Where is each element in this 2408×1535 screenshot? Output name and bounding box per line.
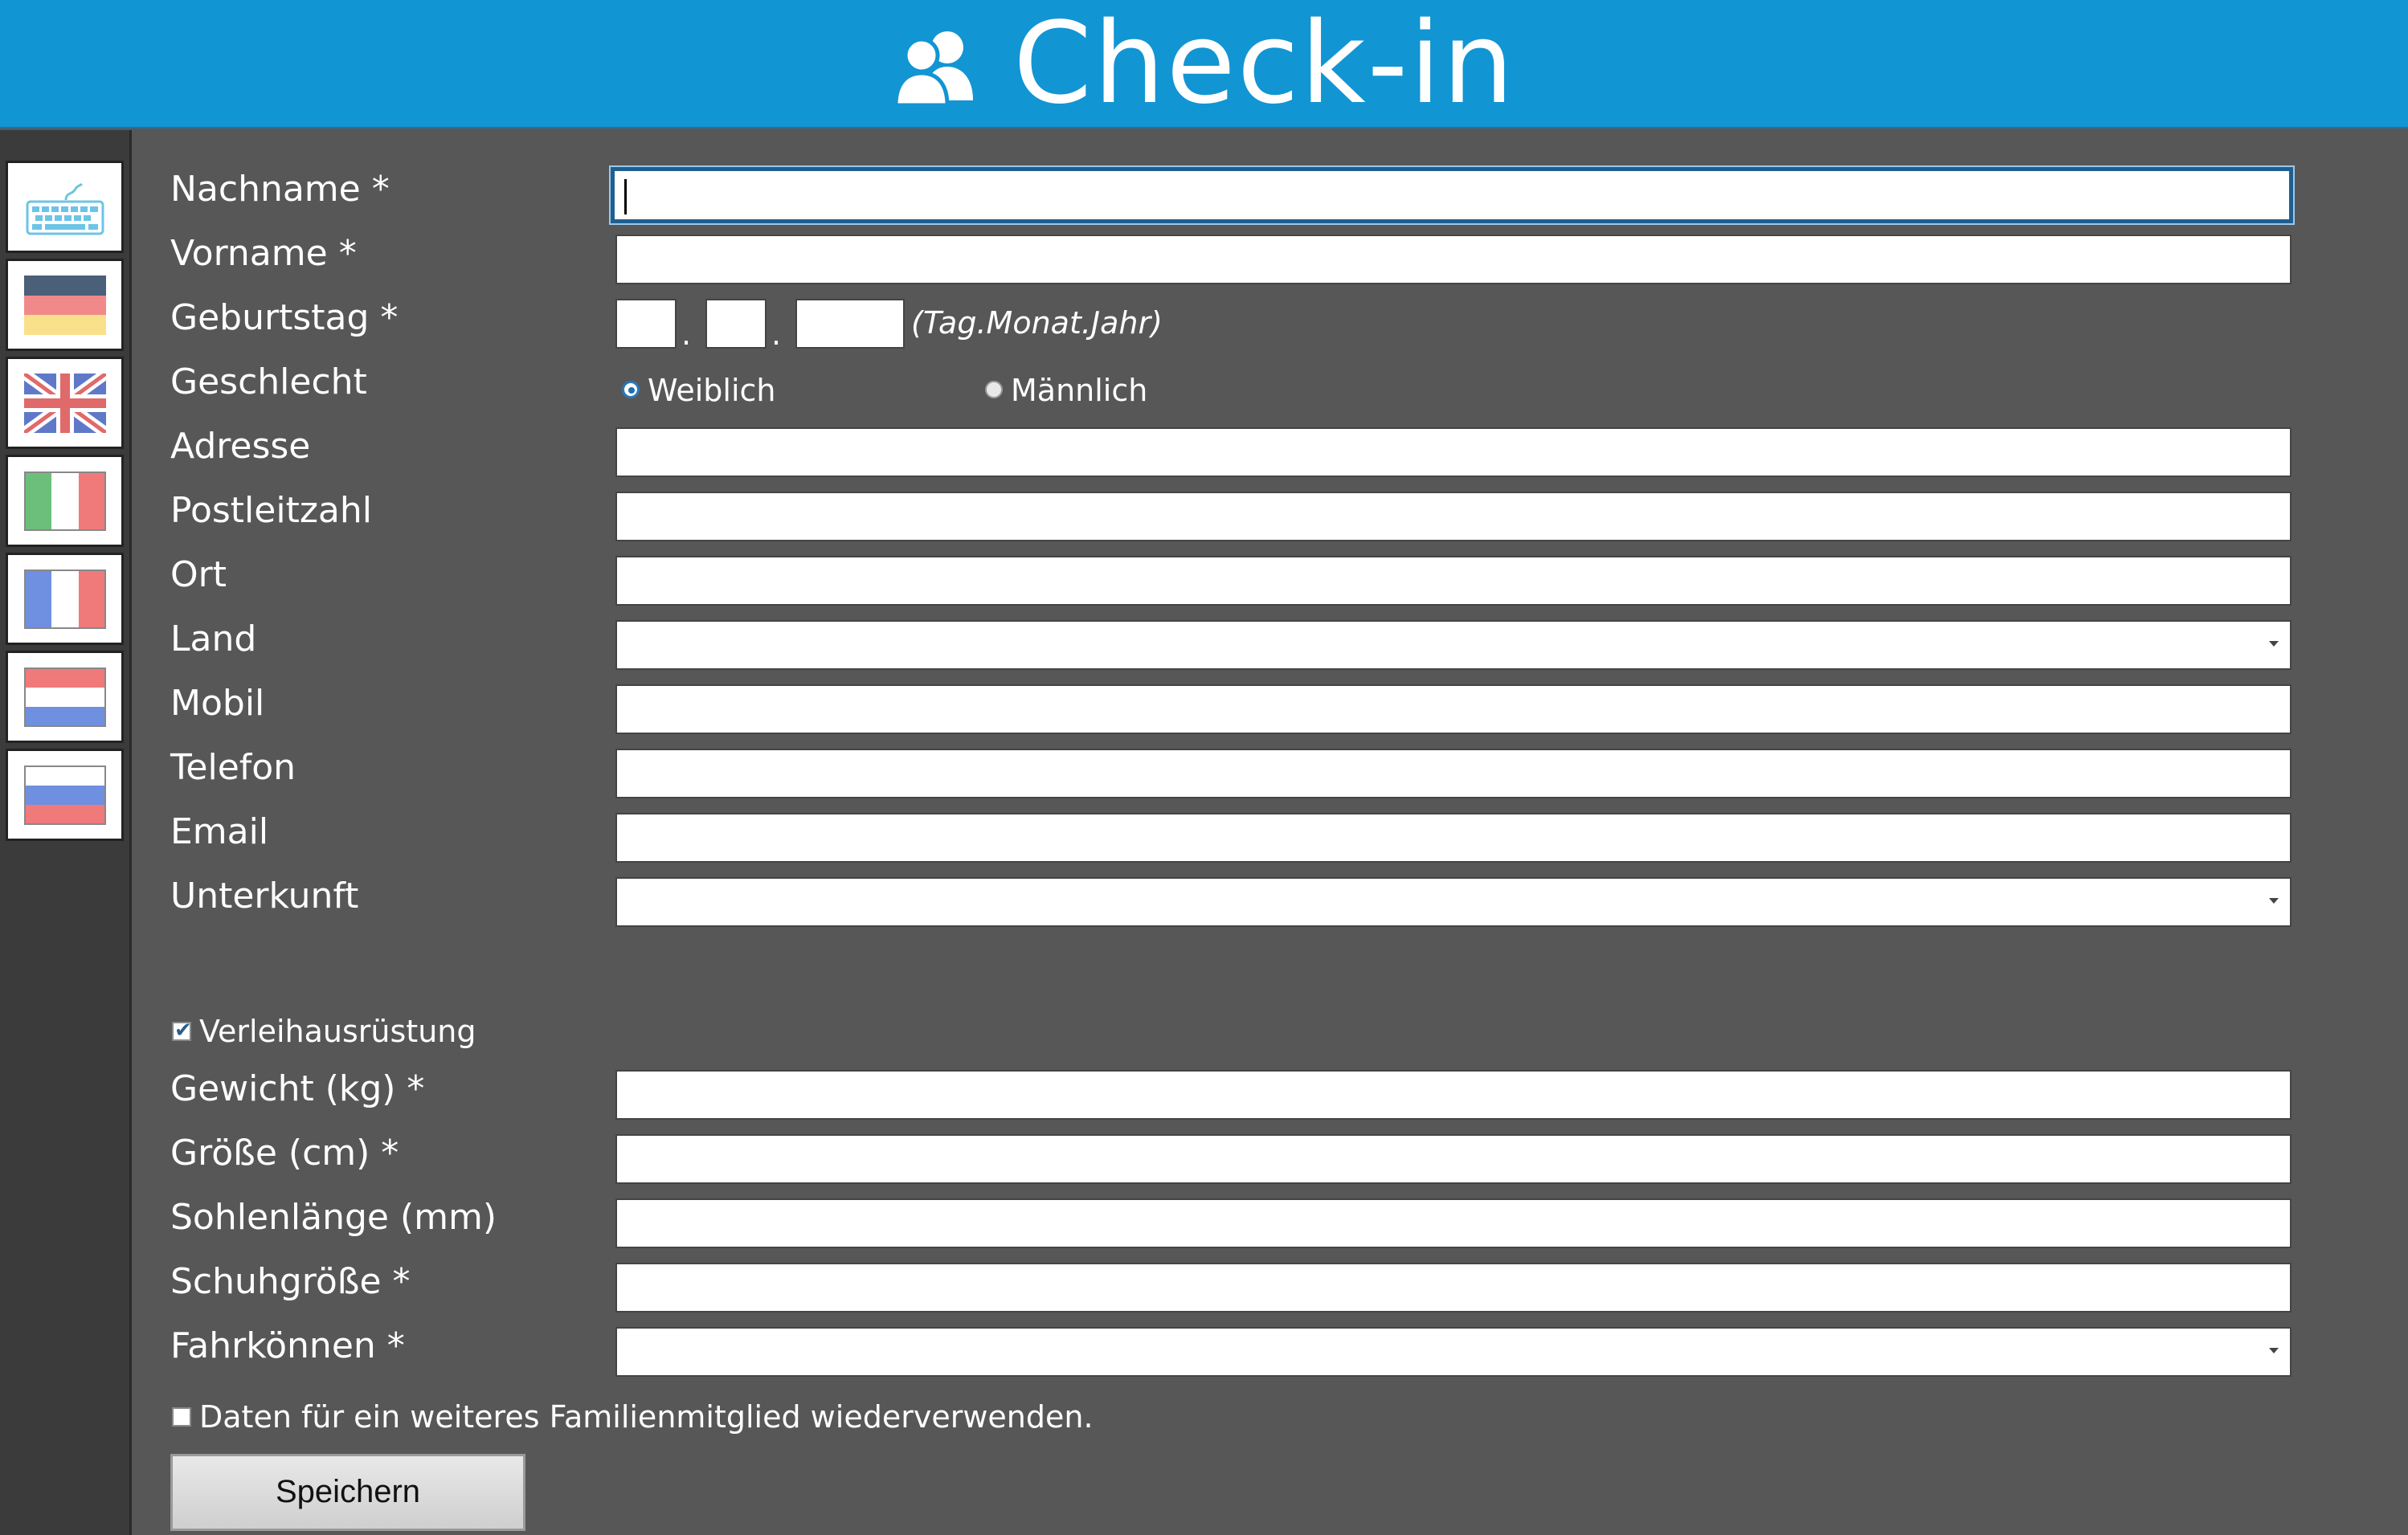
radio-weiblich-label[interactable]: Weiblich (648, 366, 776, 414)
verleih-label[interactable]: Verleihausrüstung (199, 1007, 476, 1055)
mobil-label: Mobil (170, 683, 265, 724)
adresse-input[interactable] (615, 427, 2291, 477)
postleitzahl-label: Postleitzahl (170, 490, 373, 531)
groesse-input[interactable] (615, 1134, 2291, 1184)
vorname-label: Vorname * (170, 233, 357, 274)
land-select[interactable] (615, 620, 2291, 670)
vorname-input[interactable] (615, 235, 2291, 284)
ort-label: Ort (170, 554, 227, 595)
birth-year-input[interactable] (795, 299, 905, 349)
gewicht-label: Gewicht (kg) * (170, 1068, 425, 1109)
header-bar: Check-in (0, 0, 2408, 129)
language-russian-button[interactable] (6, 749, 124, 841)
language-german-button[interactable] (6, 259, 124, 351)
flag-germany-icon (23, 275, 106, 335)
birth-day-input[interactable] (615, 299, 677, 349)
language-english-button[interactable] (6, 357, 124, 449)
schuhgroesse-label: Schuhgröße * (170, 1261, 411, 1302)
telefon-label: Telefon (170, 747, 296, 788)
radio-weiblich[interactable] (622, 381, 640, 398)
familie-label[interactable]: Daten für ein weiteres Familienmitglied … (199, 1393, 1094, 1441)
unterkunft-select[interactable] (615, 877, 2291, 927)
familie-checkbox[interactable] (172, 1407, 191, 1427)
users-icon (893, 31, 974, 107)
birth-month-input[interactable] (705, 299, 767, 349)
language-french-button[interactable] (6, 553, 124, 645)
date-format-hint: (Tag.Monat.Jahr) (911, 305, 1163, 341)
adresse-label: Adresse (170, 426, 311, 467)
radio-maennlich-label[interactable]: Männlich (1011, 366, 1147, 414)
header-content: Check-in (0, 0, 2408, 129)
unterkunft-label: Unterkunft (170, 876, 359, 917)
schuhgroesse-input[interactable] (615, 1263, 2291, 1313)
keyboard-button[interactable] (6, 161, 124, 253)
groesse-label: Größe (cm) * (170, 1133, 399, 1174)
language-sidebar (0, 130, 132, 1535)
text-caret (624, 179, 627, 214)
land-label: Land (170, 618, 257, 659)
page-title: Check-in (1013, 0, 1515, 129)
mobil-input[interactable] (615, 684, 2291, 734)
email-input[interactable] (615, 813, 2291, 863)
save-button[interactable]: Speichern (170, 1454, 525, 1531)
date-separator: . (681, 316, 692, 352)
flag-uk-icon (23, 373, 106, 433)
ort-input[interactable] (615, 556, 2291, 606)
flag-russia-icon (23, 765, 106, 825)
radio-maennlich[interactable] (985, 381, 1003, 398)
nachname-label: Nachname * (170, 169, 390, 210)
sohlenlaenge-label: Sohlenlänge (mm) (170, 1197, 497, 1238)
verleih-checkbox[interactable]: ✔ (172, 1019, 192, 1043)
flag-netherlands-icon (23, 667, 106, 727)
flag-italy-icon (23, 471, 106, 531)
postleitzahl-input[interactable] (615, 492, 2291, 541)
email-label: Email (170, 811, 269, 852)
geschlecht-label: Geschlecht (170, 361, 367, 402)
geburtstag-label: Geburtstag * (170, 297, 399, 338)
language-italian-button[interactable] (6, 455, 124, 547)
fahrkoennen-label: Fahrkönnen * (170, 1325, 405, 1366)
language-dutch-button[interactable] (6, 651, 124, 743)
checkmark-icon: ✔ (174, 1019, 192, 1043)
nachname-input[interactable] (611, 167, 2293, 223)
flag-france-icon (23, 569, 106, 629)
chevron-down-icon (2269, 641, 2279, 647)
fahrkoennen-select[interactable] (615, 1327, 2291, 1377)
date-separator: . (771, 316, 782, 352)
chevron-down-icon (2269, 898, 2279, 904)
chevron-down-icon (2269, 1348, 2279, 1353)
telefon-input[interactable] (615, 749, 2291, 798)
sohlenlaenge-input[interactable] (615, 1198, 2291, 1248)
gewicht-input[interactable] (615, 1070, 2291, 1120)
keyboard-icon (26, 182, 104, 235)
